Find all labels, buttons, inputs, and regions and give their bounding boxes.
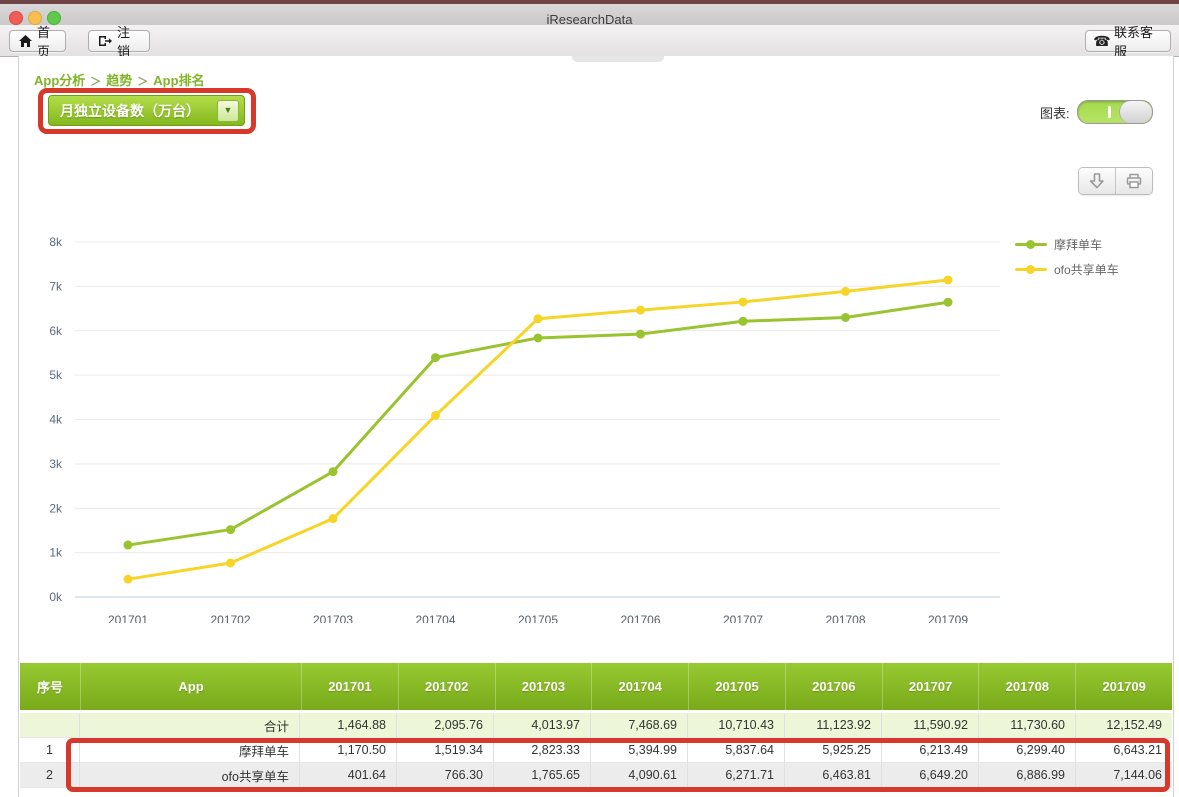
svg-text:5k: 5k [49,368,63,382]
table-value-cell: 11,590.92 [882,713,979,738]
download-chart-button[interactable] [1079,168,1115,194]
svg-text:201701: 201701 [108,613,148,623]
table-header-cell: App [81,663,302,710]
browser-toolbar: 首页 注销 ☎ 联系客服 [0,25,1179,57]
table-value-cell: 4,013.97 [494,713,591,738]
download-icon [1088,172,1106,190]
annotation-box-table-rows [66,738,1170,792]
legend-marker-icon [1015,265,1047,274]
chart-toggle-label: 图表: [1040,103,1070,122]
svg-text:8k: 8k [49,235,63,249]
breadcrumb-separator: ＞ [85,76,106,88]
table-header-cell: 201708 [979,663,1076,710]
table-value-cell: 12,152.49 [1076,713,1172,738]
logout-button-label: 注销 [117,22,140,60]
table-value-cell: 10,710.43 [688,713,785,738]
table-header-cell: 201705 [689,663,786,710]
legend-label: ofo共享单车 [1054,261,1119,278]
window-titlebar: iResearchData [0,4,1179,26]
phone-icon: ☎ [1095,34,1109,48]
legend-item[interactable]: ofo共享单车 [1015,261,1119,278]
svg-text:0k: 0k [49,590,63,604]
svg-text:201704: 201704 [415,613,455,623]
table-header-cell: 序号 [20,663,81,710]
svg-text:201703: 201703 [313,613,353,623]
table-header-cell: 201703 [496,663,593,710]
table-header-row: 序号App20170120170220170320170420170520170… [20,663,1172,710]
app-window: iResearchData 首页 注销 ☎ 联系客服 App分析＞趋势＞App排… [0,0,1179,797]
table-value-cell: 1,464.88 [300,713,397,738]
svg-text:201708: 201708 [825,613,865,623]
svg-text:201709: 201709 [928,613,968,623]
legend-item[interactable]: 摩拜单车 [1015,236,1119,253]
toggle-on-mark [1108,106,1111,118]
chart-toggle-row: 图表: [1040,100,1153,124]
chart-legend: 摩拜单车 ofo共享单车 [1015,236,1119,278]
table-header-cell: 201707 [883,663,980,710]
home-button-label: 首页 [37,22,56,60]
svg-text:201706: 201706 [620,613,660,623]
printer-icon [1125,172,1143,190]
svg-text:201707: 201707 [723,613,763,623]
table-total-row: 合计1,464.882,095.764,013.977,468.6910,710… [20,710,1172,738]
chart-view-toggle[interactable] [1077,100,1153,124]
breadcrumb: App分析＞趋势＞App排名 [34,70,205,89]
table-header-cell: 201709 [1076,663,1172,710]
svg-text:2k: 2k [49,501,63,515]
annotation-box-dropdown [38,88,256,134]
svg-text:3k: 3k [49,457,63,471]
table-value-cell: 11,123.92 [785,713,882,738]
logout-icon [98,34,112,48]
table-header-cell: 201701 [302,663,399,710]
svg-text:201702: 201702 [210,613,250,623]
table-value-cell: 7,468.69 [591,713,688,738]
legend-label: 摩拜单车 [1054,236,1102,253]
table-header-cell: 201706 [786,663,883,710]
logout-button[interactable]: 注销 [88,30,150,52]
table-value-cell: 2,095.76 [397,713,494,738]
contact-button-label: 联系客服 [1114,22,1161,60]
breadcrumb-trend[interactable]: 趋势 [106,73,132,88]
table-index-cell [20,713,80,738]
table-header-cell: 201704 [592,663,689,710]
table-header-cell: 201702 [399,663,496,710]
table-value-cell: 11,730.60 [979,713,1076,738]
chart-export-buttons [1078,167,1153,195]
toggle-knob[interactable] [1119,101,1152,123]
home-icon [19,34,32,48]
svg-text:7k: 7k [49,279,63,293]
svg-text:1k: 1k [49,546,63,560]
page-tab-indicator [572,56,664,62]
breadcrumb-app-ranking[interactable]: App排名 [153,73,204,88]
legend-marker-icon [1015,240,1047,249]
contact-support-button[interactable]: ☎ 联系客服 [1085,30,1171,52]
breadcrumb-separator: ＞ [132,76,153,88]
line-chart: 0k 1k 2k 3k 4k 5k 6k 7k 8k 201701 201702 201703 2017… [30,228,1020,623]
svg-text:201705: 201705 [518,613,558,623]
print-chart-button[interactable] [1115,168,1152,194]
breadcrumb-app-analysis[interactable]: App分析 [34,73,85,88]
svg-text:4k: 4k [49,413,63,427]
table-app-cell: 合计 [80,713,300,738]
svg-text:6k: 6k [49,324,63,338]
home-button[interactable]: 首页 [9,30,66,52]
